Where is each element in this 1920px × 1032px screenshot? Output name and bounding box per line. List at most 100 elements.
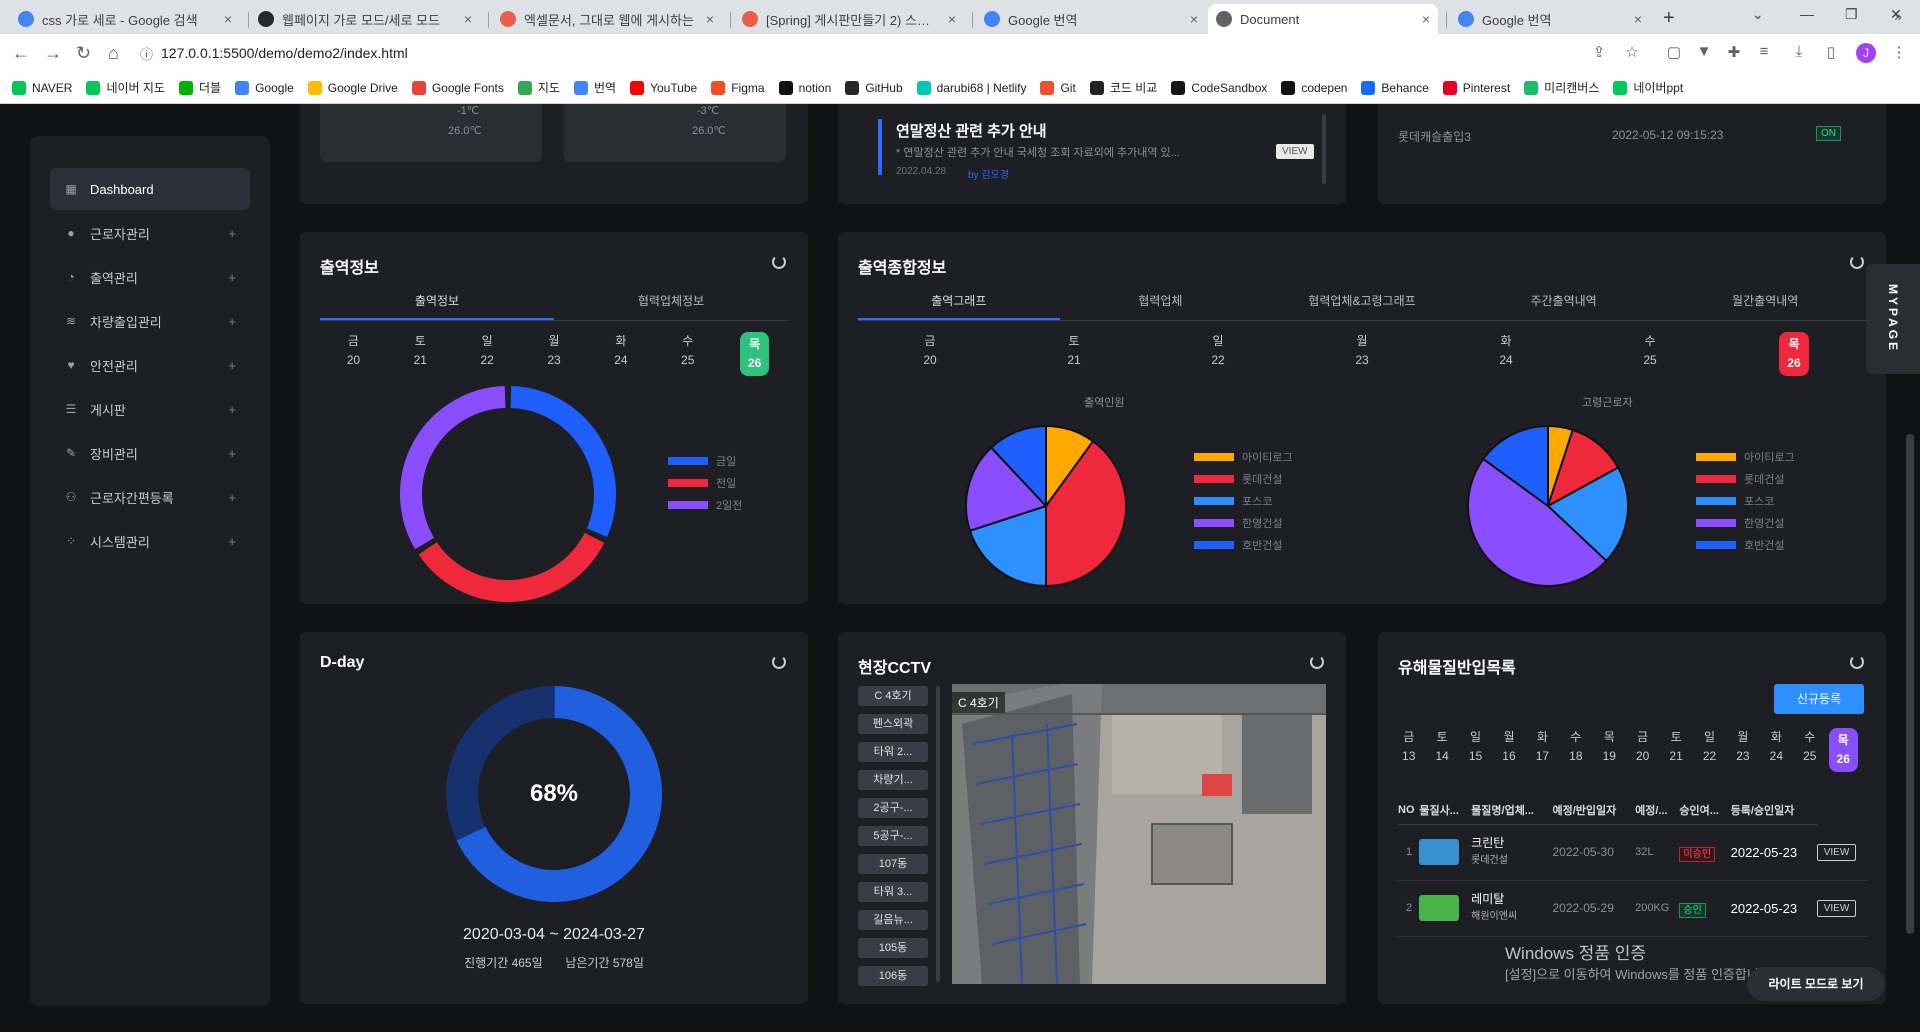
bookmark-star-icon[interactable]: ☆ xyxy=(1623,43,1641,61)
sidebar-item-menu[interactable]: ● 근로자관리 + xyxy=(50,212,250,254)
bookmark-item[interactable]: Google Drive xyxy=(307,80,398,95)
day-item[interactable]: 목 19 xyxy=(1593,728,1626,772)
notice-item[interactable]: 연말정산 관련 추가 안내 * 연말정산 관련 추가 안내 국세청 조회 자료외… xyxy=(858,114,1318,184)
new-register-button[interactable]: 신규등록 xyxy=(1774,684,1864,714)
day-item[interactable]: 일 22 xyxy=(1693,728,1726,772)
minimize-button[interactable]: — xyxy=(1800,6,1814,22)
day-item[interactable]: 일 22 xyxy=(454,332,521,376)
home-icon[interactable]: ⌂ xyxy=(108,43,119,64)
notice-view-button[interactable]: VIEW xyxy=(1276,144,1314,159)
refresh-icon[interactable] xyxy=(1850,655,1864,669)
camera-item[interactable]: 106동 xyxy=(858,966,928,986)
sidebar-item-menu[interactable]: ♥ 안전관리 + xyxy=(50,344,250,386)
info-icon[interactable]: ⓘ xyxy=(140,44,153,63)
sidebar-item-menu[interactable]: ✎ 장비관리 + xyxy=(50,432,250,474)
refresh-icon[interactable] xyxy=(1310,655,1324,669)
camera-item[interactable]: 107동 xyxy=(858,854,928,874)
bookmark-item[interactable]: codepen xyxy=(1281,80,1347,95)
day-item[interactable]: 일 22 xyxy=(1146,332,1290,376)
day-item[interactable]: 금 13 xyxy=(1392,728,1425,772)
profile-avatar[interactable]: J xyxy=(1856,43,1876,63)
camera-item[interactable]: 차량기... xyxy=(858,770,928,790)
camera-item[interactable]: C 4호기 xyxy=(858,686,928,706)
new-tab-button[interactable]: + xyxy=(1663,7,1675,30)
sidebar-item-menu[interactable]: ≋ 차량출입관리 + xyxy=(50,300,250,342)
close-tab-icon[interactable]: × xyxy=(706,11,714,27)
day-item[interactable]: 금 20 xyxy=(320,332,387,376)
day-item[interactable]: 수 18 xyxy=(1559,728,1592,772)
bookmark-item[interactable]: YouTube xyxy=(630,80,697,95)
download-icon[interactable]: ⤓ xyxy=(1790,43,1808,61)
extension-icon-2[interactable]: ▼ xyxy=(1695,43,1713,61)
sidebar-item-menu[interactable]: ◔ 출역관리 + xyxy=(50,256,250,298)
day-item[interactable]: 월 23 xyxy=(1290,332,1434,376)
forward-icon[interactable]: → xyxy=(44,43,62,64)
camera-item[interactable]: 타워 2... xyxy=(858,742,928,762)
expand-icon[interactable]: + xyxy=(228,490,236,505)
day-item[interactable]: 토 21 xyxy=(1002,332,1146,376)
day-item[interactable]: 월 23 xyxy=(1726,728,1759,772)
close-tab-icon[interactable]: × xyxy=(1190,11,1198,27)
bookmark-item[interactable]: Pinterest xyxy=(1442,80,1510,95)
table-row[interactable]: 1 크린탄 롯데건설 2022-05-30 32L 미승인 2022-05-23 VIEW xyxy=(1398,824,1868,881)
day-item[interactable]: 목 26 xyxy=(721,332,788,376)
day-item[interactable]: 수 25 xyxy=(654,332,721,376)
day-item[interactable]: 목 26 xyxy=(1826,728,1859,772)
tab-weekly[interactable]: 주간출역내역 xyxy=(1463,292,1665,320)
column-header[interactable]: 등록/승인일자 xyxy=(1730,796,1817,825)
more-bookmarks-icon[interactable]: » xyxy=(1894,8,1902,24)
column-header[interactable]: 승인여... xyxy=(1679,796,1731,825)
light-mode-button[interactable]: 라이트 모드로 보기 xyxy=(1747,967,1885,1001)
tab-partners-elderly-graph[interactable]: 협력업체&고령그래프 xyxy=(1261,292,1463,320)
menu-icon[interactable]: ⋮ xyxy=(1890,43,1908,61)
bookmark-item[interactable]: 더블 xyxy=(179,79,221,96)
refresh-icon[interactable] xyxy=(772,255,786,269)
camera-item[interactable]: 105동 xyxy=(858,938,928,958)
day-item[interactable]: 토 21 xyxy=(1659,728,1692,772)
close-tab-icon[interactable]: × xyxy=(224,11,232,27)
media-icon[interactable]: ≡ xyxy=(1755,43,1773,61)
day-item[interactable]: 수 25 xyxy=(1793,728,1826,772)
day-item[interactable]: 금 20 xyxy=(1626,728,1659,772)
sidebar-item-menu[interactable]: ☰ 게시판 + xyxy=(50,388,250,430)
extension-icon[interactable]: ▢ xyxy=(1665,43,1683,61)
day-item[interactable]: 목 26 xyxy=(1722,332,1866,376)
share-icon[interactable]: ⇪ xyxy=(1590,43,1608,61)
bookmark-item[interactable]: darubi68 | Netlify xyxy=(916,80,1026,95)
reload-icon[interactable]: ↻ xyxy=(76,43,91,64)
tab-partners[interactable]: 협력업체정보 xyxy=(554,292,788,320)
cctv-video[interactable]: C 4호기 xyxy=(952,684,1326,984)
browser-tab[interactable]: css 가로 세로 - Google 검색 × xyxy=(10,4,240,34)
bookmark-item[interactable]: GitHub xyxy=(845,80,903,95)
sidebar-item-menu[interactable]: ⁘ 시스템관리 + xyxy=(50,520,250,562)
bookmark-item[interactable]: Google xyxy=(235,80,294,95)
browser-tab[interactable]: Google 번역 × xyxy=(1450,4,1650,34)
day-item[interactable]: 화 24 xyxy=(587,332,654,376)
day-item[interactable]: 토 21 xyxy=(387,332,454,376)
column-header[interactable]: NO xyxy=(1398,796,1420,825)
browser-tab[interactable]: Document × xyxy=(1208,4,1438,34)
view-button[interactable]: VIEW xyxy=(1816,843,1857,861)
camera-item[interactable]: 5공구-... xyxy=(858,826,928,846)
expand-icon[interactable]: + xyxy=(228,314,236,329)
bookmark-item[interactable]: 미리캔버스 xyxy=(1524,79,1599,96)
camera-item[interactable]: 타워 3... xyxy=(858,882,928,902)
back-icon[interactable]: ← xyxy=(12,43,30,64)
browser-tab[interactable]: 웹페이지 가로 모드/세로 모드 × xyxy=(250,4,480,34)
view-button[interactable]: VIEW xyxy=(1816,900,1857,917)
tab-attendance[interactable]: 출역정보 xyxy=(320,292,554,320)
expand-icon[interactable]: + xyxy=(228,270,236,285)
day-item[interactable]: 화 24 xyxy=(1434,332,1578,376)
close-tab-icon[interactable]: × xyxy=(948,11,956,27)
close-tab-icon[interactable]: × xyxy=(464,11,472,27)
sidebar-item-menu[interactable]: ⚇ 근로자간편등록 + xyxy=(50,476,250,518)
browser-tab[interactable]: 엑셀문서, 그대로 웹에 게시하는 × xyxy=(492,4,722,34)
camera-item[interactable]: 길음뉴... xyxy=(858,910,928,930)
address-bar[interactable]: ⓘ 127.0.0.1:5500/demo/demo2/index.html xyxy=(140,39,1640,67)
material-thumbnail[interactable] xyxy=(1419,895,1460,921)
column-header[interactable]: 물질사... xyxy=(1419,796,1472,825)
day-item[interactable]: 화 17 xyxy=(1526,728,1559,772)
camera-item[interactable]: 2공구-... xyxy=(858,798,928,818)
material-thumbnail[interactable] xyxy=(1419,839,1460,865)
close-tab-icon[interactable]: × xyxy=(1422,11,1430,27)
